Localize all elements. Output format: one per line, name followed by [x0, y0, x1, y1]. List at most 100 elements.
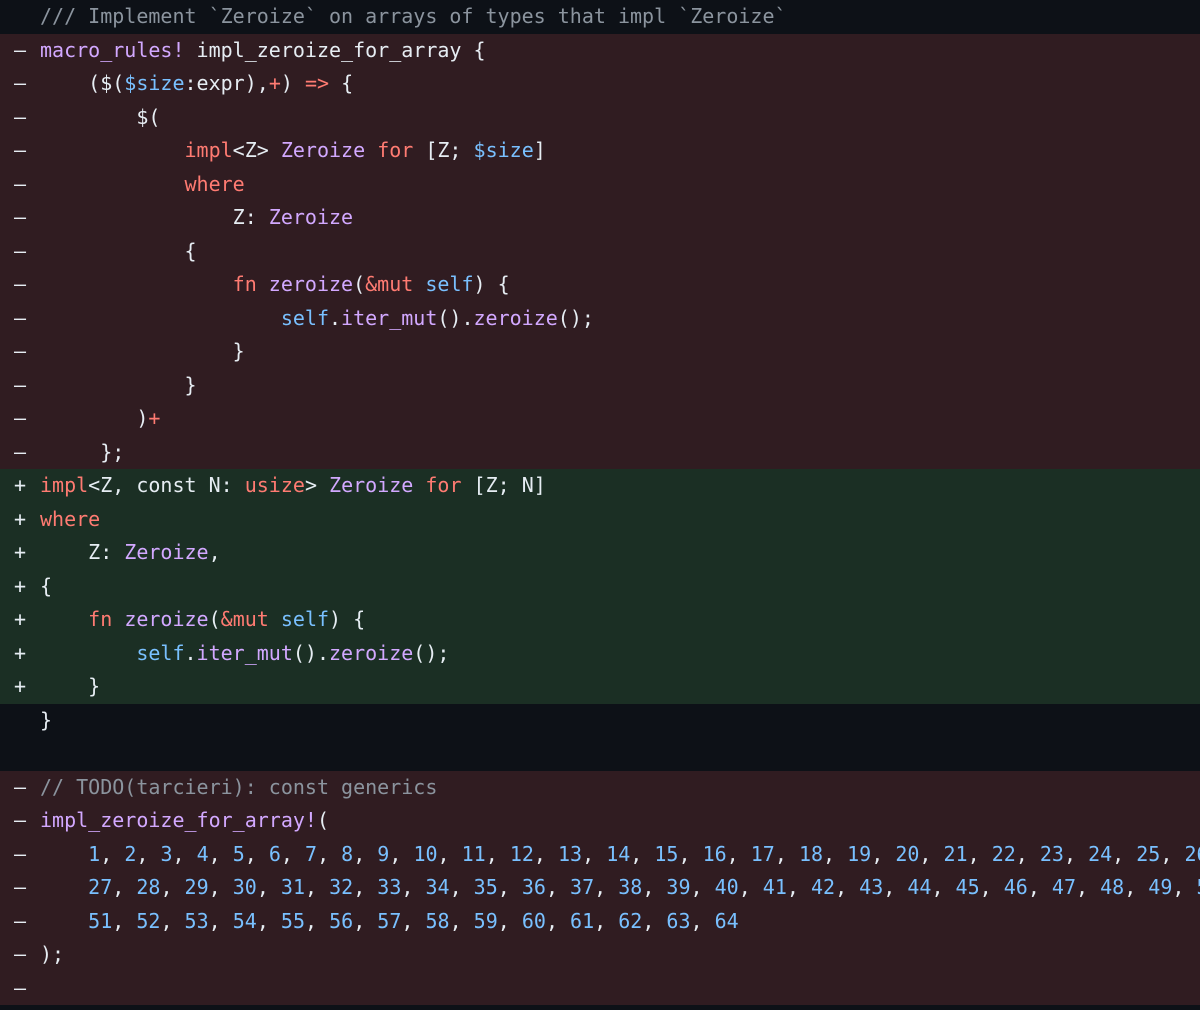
diff-marker: – [14, 808, 27, 832]
code-text: { [40, 570, 52, 604]
deleted-line: – macro_rules! impl_zeroize_for_array { [0, 33, 1200, 67]
code-token: , [437, 841, 462, 866]
added-line: + where [0, 502, 1200, 536]
code-token: $size [124, 71, 185, 95]
code-token: ) { [473, 272, 510, 296]
code-token: 50 [1196, 875, 1200, 899]
code-token: , [449, 875, 474, 899]
code-text: fn zeroize(&mut self) { [40, 268, 510, 302]
code-token: 32 [329, 875, 354, 899]
code-token: , [172, 841, 197, 866]
code-text: ($($size:expr),+) => { [40, 67, 353, 101]
code-text: )+ [40, 402, 160, 436]
diff-marker: – [14, 841, 27, 866]
deleted-line: – $( [0, 100, 1200, 135]
code-token: ( [316, 808, 329, 832]
code-text: impl_zeroize_for_array!( [40, 804, 329, 838]
diff-marker: – [14, 339, 27, 363]
deleted-line: – Z: Zeroize [0, 201, 1200, 235]
diff-marker: – [14, 104, 27, 129]
code-token: , [401, 908, 426, 933]
deleted-line: – )+ [0, 402, 1200, 436]
deleted-line: – } [0, 368, 1200, 402]
diff-marker: – [14, 406, 27, 430]
code-token: where [184, 171, 245, 196]
code-token: + [148, 406, 161, 430]
code-token: } [40, 707, 53, 732]
code-token: self [280, 305, 329, 330]
code-token: usize [244, 473, 305, 497]
code-token: , [979, 875, 1004, 899]
diff-marker: – [14, 272, 27, 296]
code-token: 58 [425, 908, 450, 933]
code-token: , [208, 875, 233, 899]
code-token: , [726, 841, 751, 866]
code-token: { [329, 71, 354, 95]
code-token: , [449, 908, 474, 933]
code-token: , [208, 540, 221, 564]
code-token: , [244, 841, 269, 866]
code-token: } [40, 339, 245, 363]
code-token: 1 [88, 841, 101, 866]
code-token: 42 [810, 875, 836, 899]
code-token: iter_mut [341, 305, 438, 330]
code-token: 13 [558, 841, 583, 866]
code-token: , [317, 841, 342, 866]
code-token: 22 [991, 841, 1016, 866]
context-line: /// Implement `Zeroize` on arrays of typ… [0, 0, 1200, 34]
code-token: . [184, 640, 197, 665]
code-token: 17 [750, 841, 775, 866]
code-text: $( [40, 101, 160, 135]
code-text: 51, 52, 53, 54, 55, 56, 57, 58, 59, 60, … [40, 905, 739, 939]
code-token: 6 [268, 841, 281, 866]
code-token: 53 [184, 908, 209, 933]
code-token: , [678, 841, 703, 866]
deleted-line: – impl_zeroize_for_array!( [0, 804, 1200, 838]
diff-marker: – [14, 138, 27, 162]
diff-marker: – [14, 37, 27, 62]
deleted-line: – ($($size:expr),+) => { [0, 67, 1200, 101]
code-token: , [280, 841, 306, 866]
code-token: } [40, 372, 197, 397]
deleted-line: – fn zeroize(&mut self) { [0, 268, 1200, 302]
added-line: + } [0, 670, 1200, 704]
code-token: (); [413, 640, 450, 665]
code-text: where [40, 168, 245, 202]
code-token: 40 [714, 875, 739, 899]
code-token: 45 [955, 875, 980, 899]
code-token: 64 [714, 908, 739, 933]
code-text: Z: Zeroize [40, 201, 353, 235]
code-token: ] [533, 138, 546, 162]
code-token: 26 [1184, 841, 1200, 866]
code-token: 5 [232, 841, 245, 866]
added-line: + self.iter_mut().zeroize(); [0, 636, 1200, 670]
code-token: 43 [859, 875, 884, 899]
code-token: for [425, 473, 462, 497]
code-token: , [1063, 841, 1089, 866]
code-token: 24 [1088, 841, 1113, 866]
code-token: 14 [606, 841, 631, 866]
code-token: self [280, 607, 330, 631]
deleted-line: – self.iter_mut().zeroize(); [0, 301, 1200, 335]
diff-marker: – [14, 372, 27, 397]
code-token: , [738, 875, 763, 899]
code-token: impl_zeroize_for_array { [184, 37, 486, 62]
code-token: 36 [521, 875, 546, 899]
code-token: , [871, 841, 896, 866]
diff-marker: + [14, 573, 27, 598]
deleted-line: –); [0, 938, 1200, 972]
code-token: 37 [570, 875, 595, 899]
code-token: // TODO(tarcieri): const generics [40, 774, 438, 799]
code-token: , [353, 908, 378, 933]
code-token: 48 [1100, 875, 1125, 899]
deleted-line: – [0, 971, 1200, 1005]
code-token: , [1076, 875, 1101, 899]
code-token: , [1160, 841, 1185, 866]
code-token: /// Implement `Zeroize` on arrays of typ… [40, 4, 787, 28]
diff-marker: + [14, 506, 27, 531]
code-token: 39 [666, 875, 691, 899]
